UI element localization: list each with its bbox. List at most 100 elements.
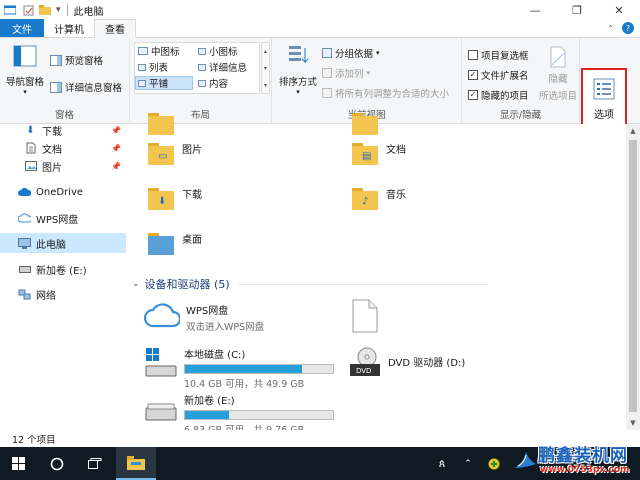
medium-icons-icon [138, 47, 148, 55]
window-controls: — ❐ ✕ [514, 0, 640, 20]
folder-music[interactable]: ♪ 音乐 [352, 187, 406, 211]
pin-icon[interactable]: 📌 [111, 126, 121, 135]
start-button[interactable] [0, 447, 38, 480]
options-label: 选项 [594, 110, 614, 121]
add-column-button[interactable]: 添加列 ▾ [322, 66, 370, 80]
hide-selected-label: 所选项目 [538, 91, 577, 102]
drive-usage-fill [185, 411, 230, 419]
sort-by-button[interactable]: 排序方式 ▾ [278, 44, 318, 96]
item-checkboxes-label: 项目复选框 [481, 51, 529, 62]
nav-pane-button[interactable]: 导航窗格 ▾ [4, 44, 46, 96]
nav-pane-icon [13, 45, 37, 67]
options-button[interactable]: 选项 [581, 68, 627, 132]
help-icon[interactable]: ? [622, 22, 634, 34]
layout-label: 详细信息 [209, 63, 248, 74]
drive-name: 本地磁盘 (C:) [184, 350, 246, 361]
layout-details[interactable]: 详细信息 [196, 60, 249, 74]
group-by-dropdown-icon: ▾ [376, 49, 380, 57]
watermark-brand: 鹏鑫装机网 [538, 446, 628, 466]
nav-item-documents[interactable]: 文档 📌 [0, 138, 126, 158]
preview-pane-button[interactable]: 预览窗格 [50, 53, 103, 67]
properties-icon[interactable] [21, 3, 35, 17]
pin-icon[interactable]: 📌 [111, 144, 121, 153]
nav-item-onedrive[interactable]: OneDrive [0, 182, 126, 202]
drive-dvd[interactable]: DVD DVD 驱动器 (D:) [348, 346, 465, 380]
sort-by-label: 排序方式 [278, 77, 317, 88]
layout-content[interactable]: 内容 [196, 76, 230, 90]
collapse-ribbon-icon[interactable]: ⌃ [607, 24, 614, 33]
add-column-dropdown-icon: ▾ [366, 69, 371, 77]
document-icon [24, 142, 37, 155]
folder-documents[interactable]: ▤ 文档 [352, 142, 406, 166]
hidden-items-checkbox[interactable]: ✓ [468, 90, 478, 100]
layout-small-icons[interactable]: 小图标 [196, 44, 240, 58]
wps-cloud-icon [18, 212, 31, 225]
nav-pane-dropdown-icon: ▾ [23, 88, 27, 96]
nav-item-label: WPS网盘 [36, 214, 79, 226]
scrollbar-thumb[interactable] [629, 140, 637, 412]
small-icons-icon [198, 47, 206, 55]
hide-selected-button[interactable]: 隐藏 所选项目 [538, 46, 578, 102]
hidden-items-toggle[interactable]: ✓ 隐藏的项目 [468, 88, 529, 102]
explorer-icon [3, 3, 17, 17]
folder-name: 音乐 [386, 189, 406, 201]
nav-item-pictures[interactable]: 图片 📌 [0, 156, 126, 176]
fit-columns-button[interactable]: 将所有列调整为合适的大小 [322, 86, 449, 100]
group-by-button[interactable]: 分组依据 ▾ [322, 46, 380, 60]
tab-view[interactable]: 查看 [94, 19, 136, 38]
folder-name: 下载 [182, 189, 202, 201]
item-checkboxes-toggle[interactable]: 项目复选框 [468, 48, 529, 62]
drive-name: DVD 驱动器 (D:) [388, 358, 466, 369]
quick-access-dropdown[interactable]: ▾ [56, 5, 61, 15]
folder-partial-left[interactable] [148, 112, 174, 136]
drive-c[interactable]: 本地磁盘 (C:) 10.4 GB 可用，共 49.9 GB [144, 346, 334, 390]
minimize-button[interactable]: — [514, 0, 556, 20]
folder-downloads[interactable]: ⬇ 下载 [148, 187, 202, 211]
task-view-button[interactable] [76, 447, 114, 480]
wps-cloud-drive[interactable]: WPS网盘 双击进入WPS网盘 [144, 302, 264, 333]
pin-icon[interactable]: 📌 [111, 162, 121, 171]
tab-computer[interactable]: 计算机 [44, 19, 94, 37]
maximize-button[interactable]: ❐ [556, 0, 598, 20]
group-panes: 导航窗格 ▾ 预览窗格 详细信息窗格 窗格 [0, 38, 130, 124]
tray-chevron-up-icon[interactable]: ⌃ [458, 447, 478, 480]
section-divider [237, 283, 488, 285]
layout-tiles[interactable]: 平铺 [135, 76, 193, 90]
file-extensions-toggle[interactable]: ✓ 文件扩展名 [468, 68, 529, 82]
folder-partial-right[interactable] [352, 112, 378, 136]
document-overlay-icon: ▤ [362, 151, 372, 162]
devices-section-header[interactable]: ⌄ 设备和驱动器 (5) [132, 276, 488, 292]
file-extensions-checkbox[interactable]: ✓ [468, 70, 478, 80]
people-icon[interactable]: ጰ [432, 447, 452, 480]
cortana-button[interactable] [38, 447, 76, 480]
scroll-up-icon[interactable]: ▲ [626, 124, 640, 138]
nav-item-wps-cloud[interactable]: WPS网盘 [0, 208, 126, 228]
nav-item-drive-e[interactable]: 新加卷 (E:) [0, 259, 126, 279]
tab-file[interactable]: 文件 [0, 19, 44, 37]
layout-list[interactable]: 列表 [136, 60, 170, 74]
nav-item-this-pc[interactable]: 此电脑 [0, 233, 126, 253]
item-checkboxes-checkbox[interactable] [468, 50, 478, 60]
svg-text:DVD: DVD [356, 367, 371, 375]
folder-desktop[interactable]: 桌面 [148, 232, 202, 256]
new-folder-icon[interactable] [38, 3, 52, 17]
taskbar-explorer-button[interactable] [116, 447, 156, 480]
folder-pictures[interactable]: ▭ 图片 [148, 142, 202, 166]
picture-icon [24, 160, 37, 173]
nav-item-downloads[interactable]: ⬇ 下载 📌 [0, 120, 126, 140]
file-extensions-label: 文件扩展名 [481, 71, 529, 82]
layout-medium-icons[interactable]: 中图标 [136, 44, 182, 58]
drive-usage-bar [184, 410, 334, 420]
layout-gallery-scroll[interactable]: ▴ ▾ ▾ [261, 42, 270, 94]
details-pane-button[interactable]: 详细信息窗格 [50, 80, 122, 94]
scroll-down-icon[interactable]: ▼ [626, 416, 640, 430]
hidden-items-label: 隐藏的项目 [481, 91, 529, 102]
add-column-icon [322, 68, 332, 78]
close-button[interactable]: ✕ [598, 0, 640, 20]
nav-item-label: OneDrive [36, 186, 84, 198]
unknown-device-icon[interactable] [352, 299, 378, 336]
nav-item-network[interactable]: 网络 [0, 284, 126, 304]
tray-app-icon[interactable] [484, 447, 504, 480]
drive-subtitle: 双击进入WPS网盘 [186, 322, 265, 333]
file-explorer-icon [127, 455, 145, 470]
